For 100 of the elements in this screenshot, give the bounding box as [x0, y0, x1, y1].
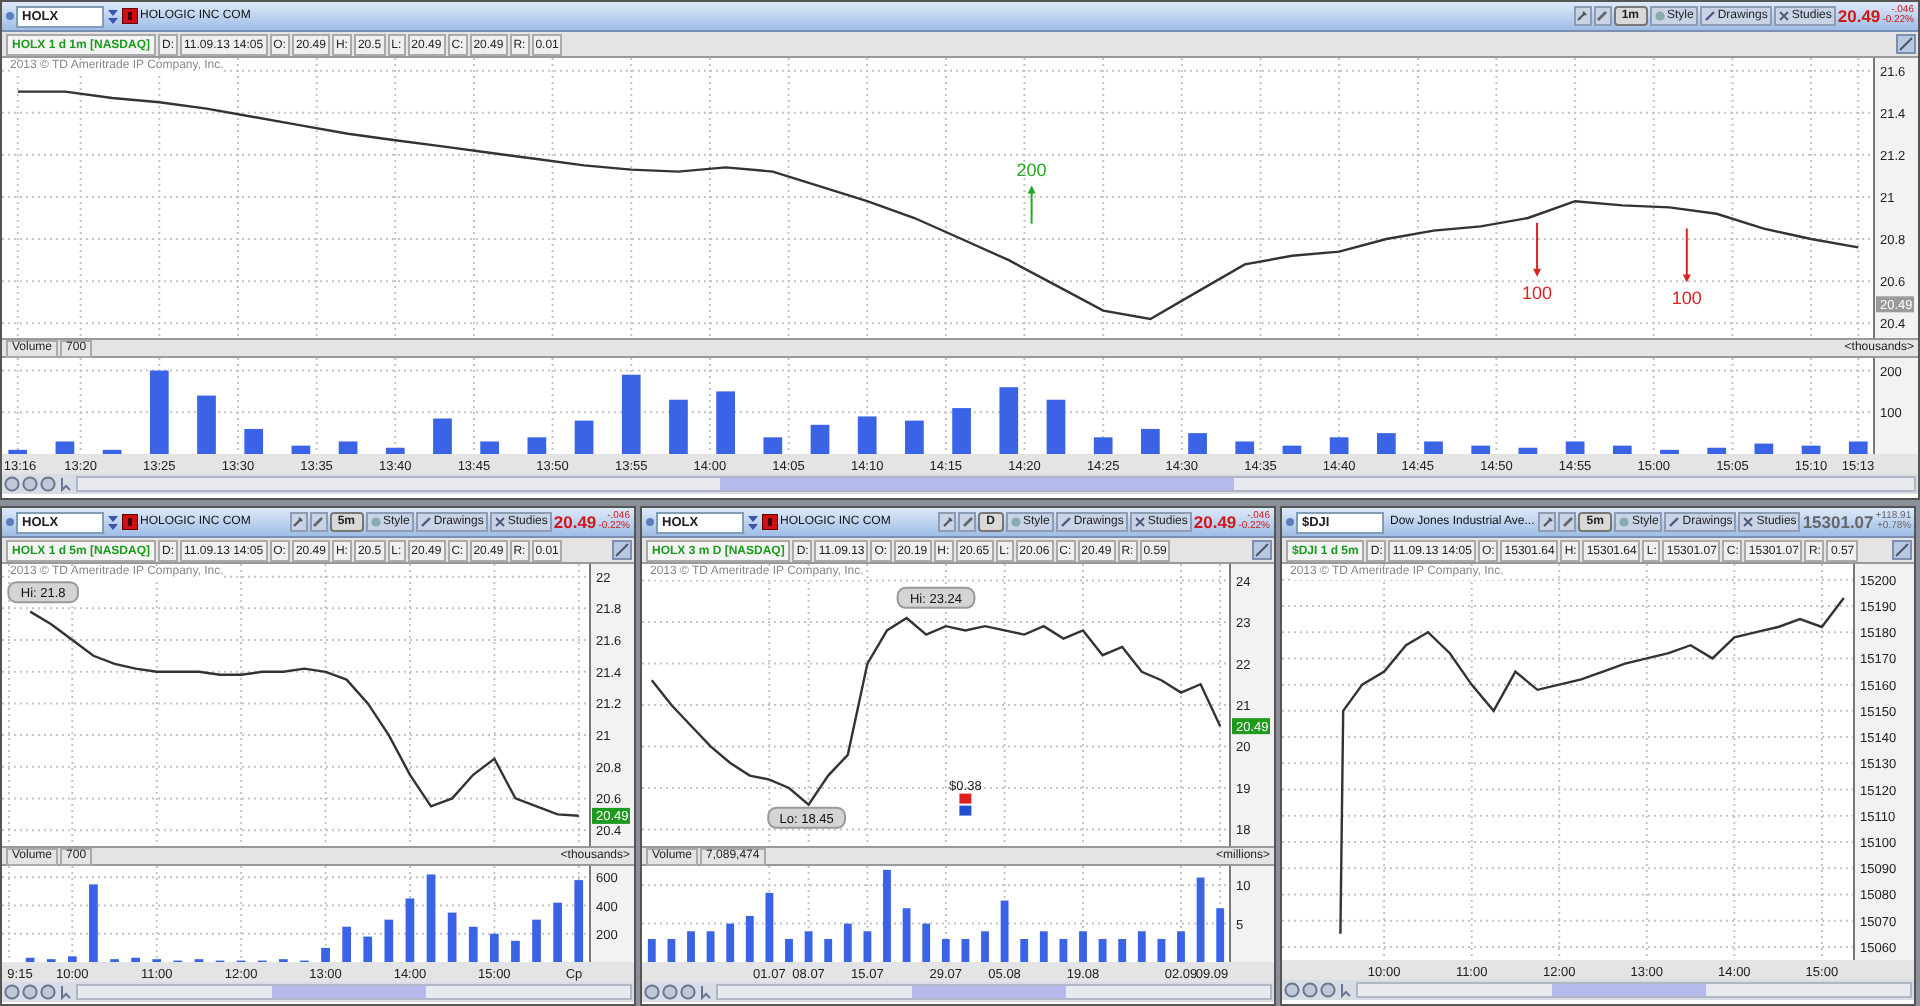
scrollbar-thumb[interactable]	[720, 478, 1235, 490]
volume-bar	[1188, 433, 1207, 454]
volume-bar	[1329, 437, 1349, 454]
wrench-icon	[941, 516, 954, 528]
volume-bar	[8, 449, 28, 454]
dividend-icon	[959, 793, 972, 816]
last-price: 15301.07	[1802, 510, 1874, 534]
volume-bar	[321, 947, 330, 962]
volume-bar	[843, 923, 852, 962]
volume-bar	[810, 424, 830, 454]
scrollbar-thumb[interactable]	[911, 986, 1066, 998]
volume-bar	[922, 923, 931, 962]
volume-bar	[687, 931, 695, 962]
volume-bar	[1137, 931, 1146, 962]
volume-bar	[244, 428, 264, 454]
volume-bar	[405, 898, 415, 962]
volume-bar	[468, 926, 478, 962]
volume-bar	[902, 908, 911, 962]
volume-bar	[1377, 433, 1396, 454]
last-price: 20.49	[1193, 510, 1237, 534]
last-price: 20.49	[553, 510, 597, 534]
order-quantity: 100	[1671, 288, 1702, 309]
volume-bar	[1216, 908, 1225, 962]
volume-bar	[905, 420, 924, 454]
down-arrow-icon	[1533, 221, 1542, 277]
volume-bar	[647, 938, 656, 962]
volume-bar	[68, 956, 77, 962]
up-arrow-icon	[1027, 185, 1036, 225]
volume-bar	[25, 957, 35, 962]
volume-bar	[527, 437, 547, 454]
volume-bar	[765, 892, 774, 962]
volume-bar	[883, 869, 891, 962]
scrollbar-thumb[interactable]	[1551, 984, 1706, 996]
double-down-arrow-icon	[106, 7, 120, 25]
scrollbar[interactable]	[76, 476, 1916, 492]
volume-bar	[1118, 938, 1127, 962]
volume-bar	[961, 938, 970, 962]
pencil-icon	[1596, 10, 1609, 22]
volume-bar	[338, 441, 358, 454]
handle-icon[interactable]	[1286, 518, 1294, 526]
volume-bar	[706, 931, 715, 962]
volume-bar	[726, 923, 735, 962]
tools-button[interactable]	[1573, 6, 1592, 26]
order-quantity: 100	[1522, 282, 1553, 303]
volume-bar	[667, 938, 676, 962]
tools-button[interactable]	[289, 512, 308, 532]
pencil-icon	[1059, 516, 1072, 528]
volume-bar	[981, 931, 989, 962]
volume-bar	[89, 884, 98, 962]
double-down-arrow-icon	[106, 513, 120, 531]
volume-bar	[941, 938, 950, 962]
volume-bar	[511, 940, 520, 962]
pencil-icon	[419, 516, 432, 528]
scrollbar[interactable]	[76, 984, 632, 1000]
volume-bar	[1020, 938, 1029, 962]
volume-bar	[1098, 938, 1107, 962]
pencil-icon	[961, 516, 974, 528]
volume-bar	[1093, 437, 1113, 454]
volume-bar	[621, 374, 641, 454]
volume-bar	[763, 437, 783, 454]
handle-icon[interactable]	[6, 12, 14, 20]
volume-bar	[716, 391, 735, 454]
volume-bar	[1707, 447, 1727, 454]
volume-bar	[1612, 445, 1632, 454]
wrench-icon	[1576, 10, 1589, 22]
volume-bar	[574, 880, 584, 962]
tools-button[interactable]	[1538, 512, 1557, 532]
tools-button[interactable]	[938, 512, 957, 532]
volume-bar	[342, 926, 351, 962]
pencil-icon	[1703, 10, 1716, 22]
volume-bar	[1196, 877, 1205, 962]
volume-bar	[863, 931, 872, 962]
volume-bar	[1157, 938, 1166, 962]
volume-bar	[952, 408, 971, 454]
volume-bar	[447, 912, 457, 962]
volume-bar	[149, 370, 169, 454]
volume-bar	[824, 938, 833, 962]
volume-bar	[1079, 931, 1087, 962]
volume-bar	[1046, 399, 1066, 454]
volume-bar	[426, 874, 436, 962]
handle-icon[interactable]	[6, 518, 14, 526]
volume-bar	[1754, 443, 1774, 454]
volume-bar	[1471, 445, 1491, 454]
scrollbar[interactable]	[1356, 982, 1912, 998]
wrench-icon	[1541, 516, 1554, 528]
volume-bar	[1141, 428, 1160, 454]
handle-icon[interactable]	[646, 518, 654, 526]
volume-bar	[197, 395, 216, 454]
volume-bar	[384, 919, 394, 962]
volume-bar	[1059, 938, 1068, 962]
volume-bar	[363, 936, 373, 962]
volume-bar	[1424, 441, 1443, 454]
scrollbar-thumb[interactable]	[271, 986, 426, 998]
order-quantity: 200	[1016, 159, 1047, 180]
scrollbar[interactable]	[716, 984, 1272, 1000]
volume-bar	[131, 957, 140, 962]
pencil-icon	[312, 516, 325, 528]
volume-bar	[745, 915, 754, 962]
volume-bar	[1660, 449, 1679, 454]
volume-bar	[1565, 441, 1585, 454]
